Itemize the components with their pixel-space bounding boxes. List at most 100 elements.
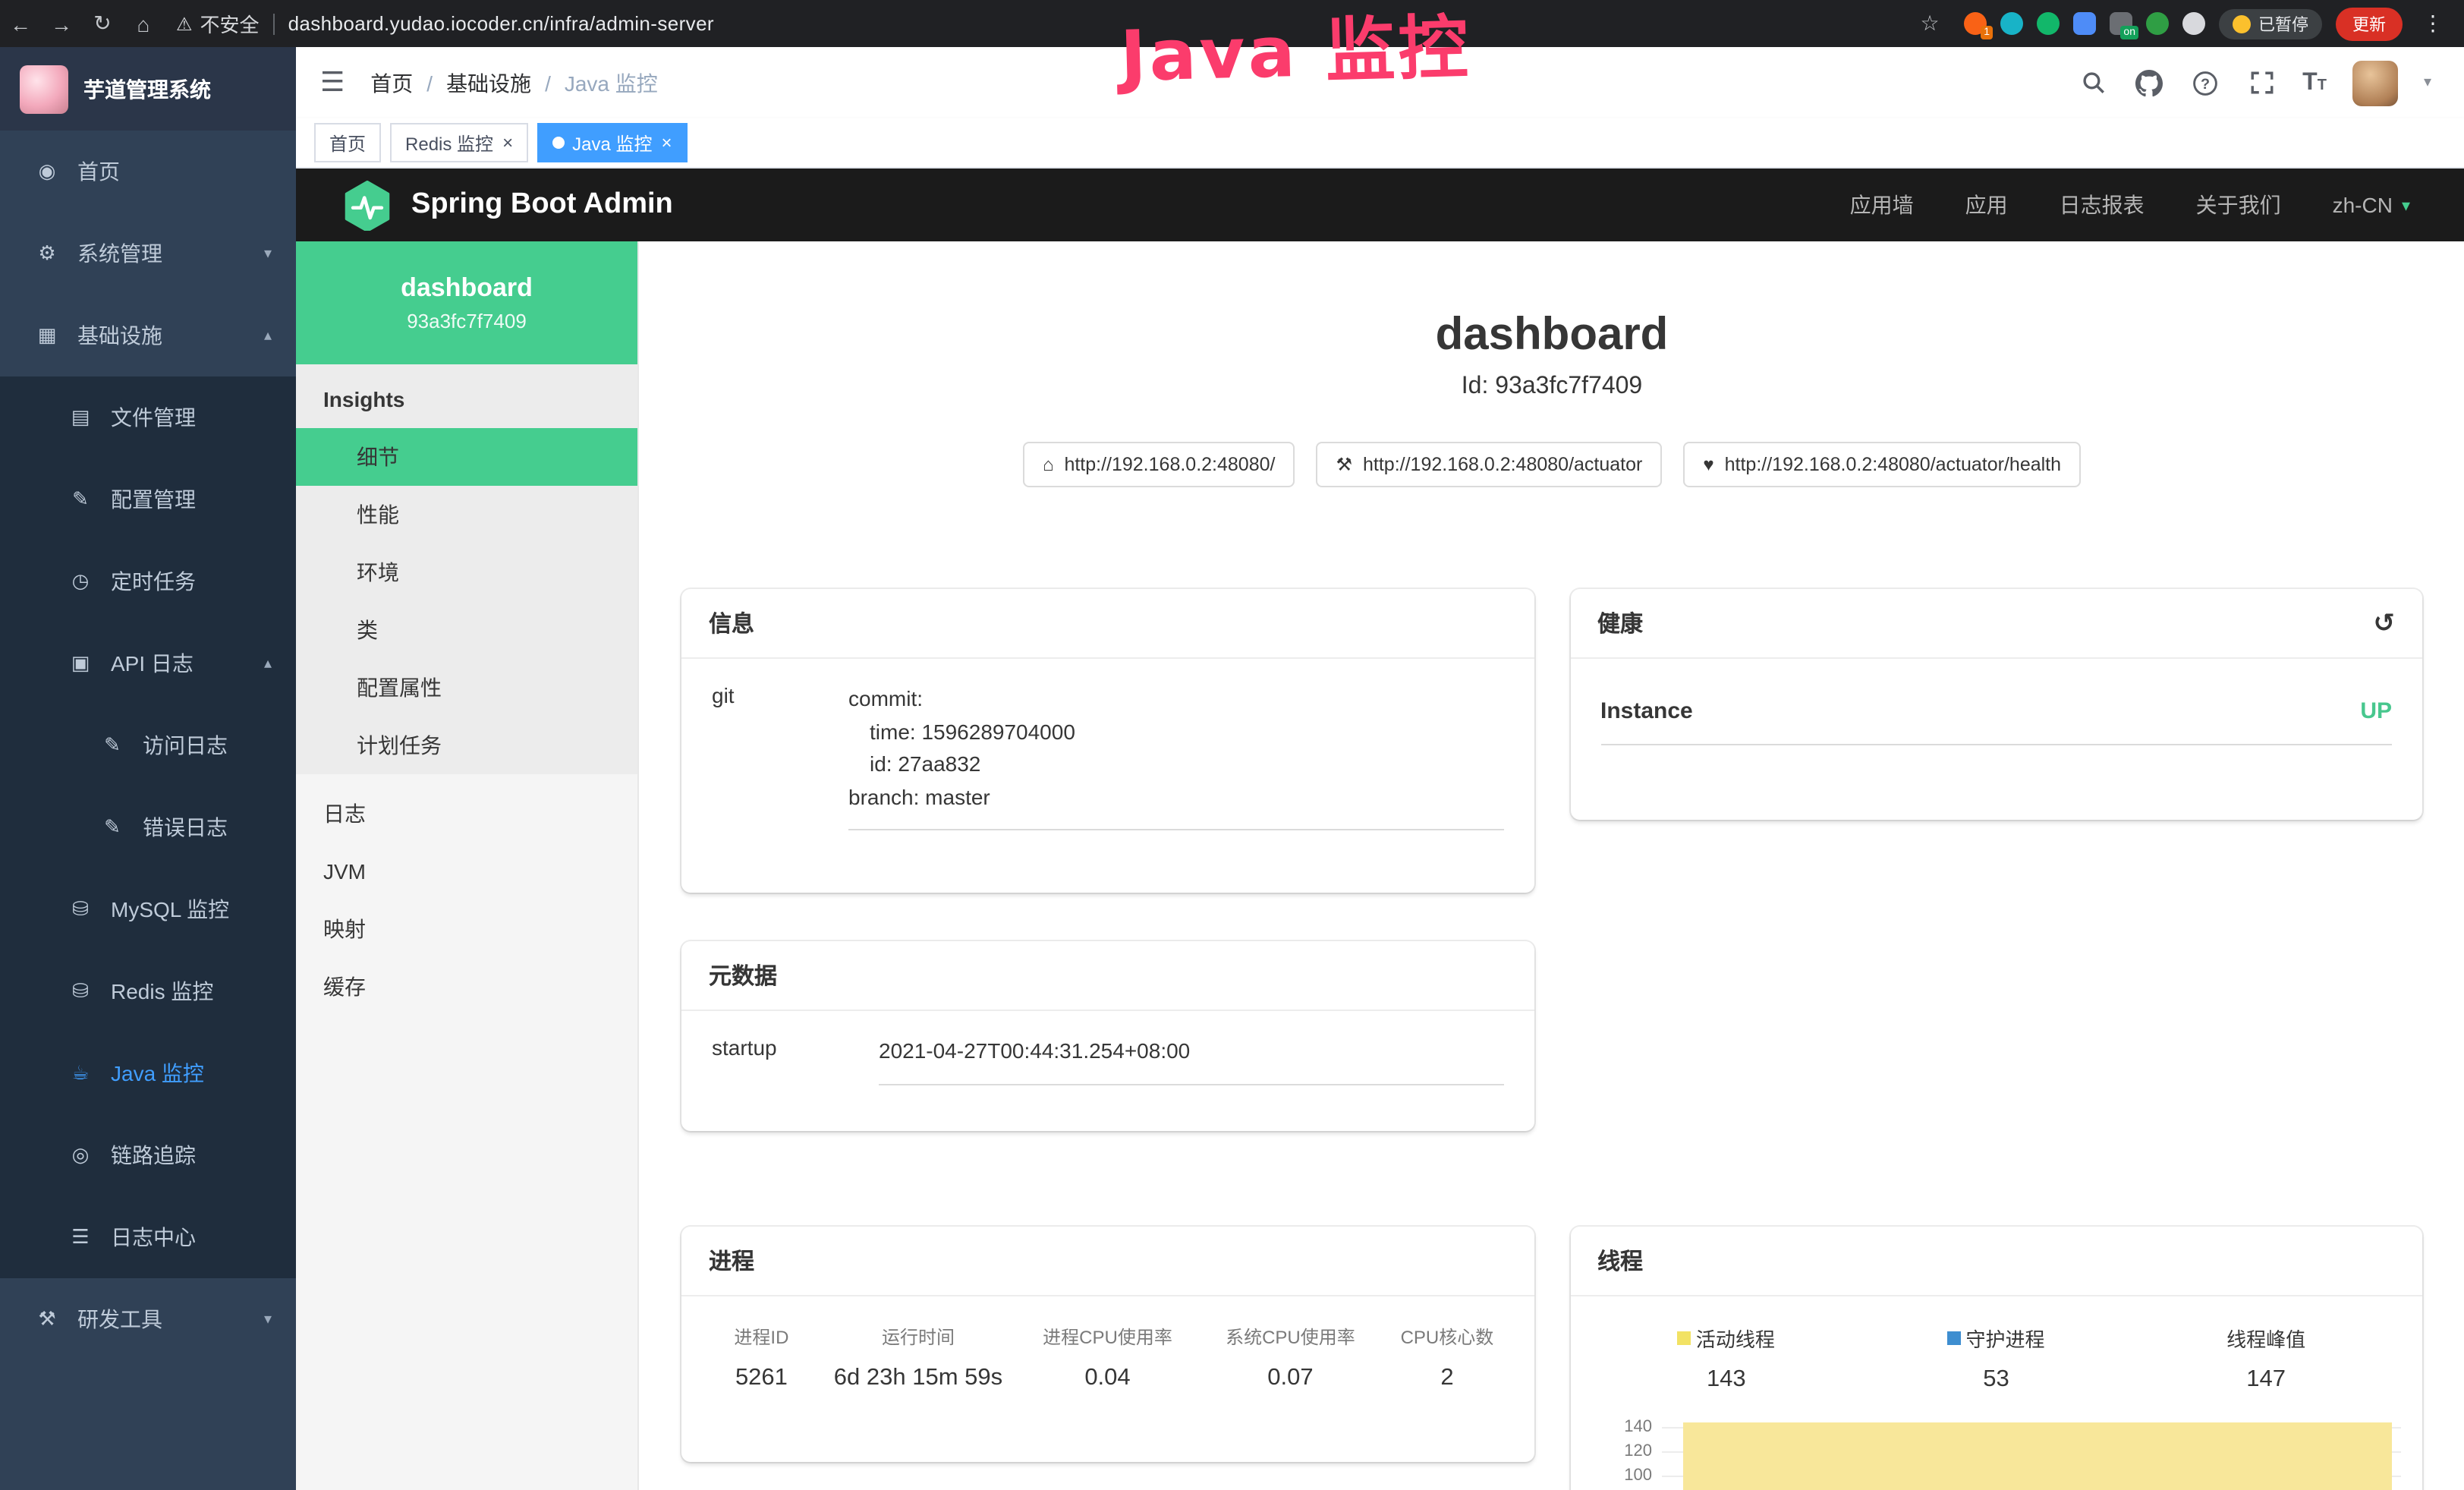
daemon-threads-marker bbox=[1947, 1331, 1961, 1345]
sba-logo-icon[interactable] bbox=[341, 179, 393, 231]
profile-paused-badge[interactable]: 已暂停 bbox=[2219, 8, 2322, 39]
breadcrumb-home[interactable]: 首页 bbox=[370, 68, 413, 98]
search-icon[interactable] bbox=[2078, 68, 2108, 98]
wrench-icon: ⚒ bbox=[1336, 454, 1352, 475]
sidebar-logo[interactable]: 芋道管理系统 bbox=[0, 47, 296, 131]
main-sidebar: 芋道管理系统 ◉ 首页 ⚙ 系统管理 ▾ ▦ 基础设施 ▴ ▤ 文件管理 ✎ 配… bbox=[0, 47, 296, 1490]
sidebar-item-label: Redis 监控 bbox=[111, 976, 213, 1006]
sidebar-item-tracing[interactable]: ◎ 链路追踪 bbox=[0, 1114, 296, 1196]
history-icon[interactable]: ↺ bbox=[2374, 608, 2396, 638]
reload-icon[interactable]: ↻ bbox=[82, 11, 123, 36]
locale-selector[interactable]: zh-CN ▾ bbox=[2333, 193, 2410, 217]
app-title: 芋道管理系统 bbox=[83, 74, 211, 104]
font-size-icon[interactable]: TT bbox=[2302, 69, 2327, 96]
sidebar-item-scheduled-jobs[interactable]: ◷ 定时任务 bbox=[0, 540, 296, 622]
chevron-down-icon: ▾ bbox=[2402, 195, 2410, 215]
github-icon[interactable] bbox=[2134, 68, 2164, 98]
extension-icon[interactable] bbox=[2073, 12, 2096, 35]
sidebar-item-system-mgmt[interactable]: ⚙ 系统管理 ▾ bbox=[0, 213, 296, 295]
cpu-cores-value: 2 bbox=[1382, 1365, 1512, 1392]
nav-item-performance[interactable]: 性能 bbox=[296, 486, 637, 543]
sidebar-item-label: Java 监控 bbox=[111, 1058, 204, 1088]
browser-menu-icon[interactable]: ⋮ bbox=[2416, 11, 2450, 36]
extension-icon[interactable] bbox=[2037, 12, 2060, 35]
actuator-url-button[interactable]: ⚒ http://192.168.0.2:48080/actuator bbox=[1316, 442, 1662, 487]
nav-item-classes[interactable]: 类 bbox=[296, 601, 637, 659]
nav-item-config-props[interactable]: 配置属性 bbox=[296, 659, 637, 717]
bookmark-star-icon[interactable]: ☆ bbox=[1909, 11, 1950, 36]
column-header: 系统CPU使用率 bbox=[1199, 1324, 1382, 1350]
health-instance-row[interactable]: Instance UP bbox=[1600, 698, 2392, 745]
extension-icon[interactable]: 1 bbox=[1964, 12, 1987, 35]
close-icon[interactable]: × bbox=[502, 134, 513, 152]
tag-home[interactable]: 首页 bbox=[314, 123, 381, 162]
sidebar-item-home[interactable]: ◉ 首页 bbox=[0, 131, 296, 213]
extension-icon[interactable]: on bbox=[2110, 12, 2132, 35]
nav-item-label: 类 bbox=[357, 615, 378, 645]
sba-link-wallboard[interactable]: 应用墙 bbox=[1850, 190, 1914, 220]
sidebar-item-error-logs[interactable]: ✎ 错误日志 bbox=[0, 786, 296, 868]
breadcrumb-infrastructure[interactable]: 基础设施 bbox=[446, 68, 531, 98]
chrome-update-button[interactable]: 更新 bbox=[2336, 7, 2403, 40]
sidebar-item-config-mgmt[interactable]: ✎ 配置管理 bbox=[0, 458, 296, 540]
nav-item-scheduled-tasks[interactable]: 计划任务 bbox=[296, 717, 637, 774]
active-dot bbox=[552, 137, 565, 149]
infrastructure-icon: ▦ bbox=[30, 323, 64, 348]
column-header: 进程ID bbox=[703, 1324, 820, 1350]
extension-icon[interactable] bbox=[2182, 12, 2205, 35]
sidebar-item-redis-monitor[interactable]: ⛁ Redis 监控 bbox=[0, 950, 296, 1032]
extension-icon[interactable] bbox=[2000, 12, 2023, 35]
security-chip[interactable]: ⚠ 不安全 bbox=[176, 9, 260, 38]
close-icon[interactable]: × bbox=[661, 134, 672, 152]
sidebar-item-infrastructure[interactable]: ▦ 基础设施 ▴ bbox=[0, 295, 296, 376]
threads-card-title: 线程 bbox=[1570, 1227, 2422, 1296]
nav-item-environment[interactable]: 环境 bbox=[296, 543, 637, 601]
page-title: dashboard bbox=[639, 308, 2464, 363]
sidebar-item-label: API 日志 bbox=[111, 648, 194, 679]
info-value: commit: time: 1596289704000 id: 27aa832 … bbox=[848, 683, 1503, 830]
hamburger-icon[interactable]: ☰ bbox=[320, 67, 345, 99]
info-card: 信息 git commit: time: 1596289704000 id: 2… bbox=[681, 589, 1534, 893]
chevron-down-icon: ▾ bbox=[264, 245, 272, 262]
sidebar-item-mysql-monitor[interactable]: ⛁ MySQL 监控 bbox=[0, 868, 296, 950]
home-icon: ⌂ bbox=[1043, 454, 1054, 475]
clock-icon: ◷ bbox=[64, 569, 97, 594]
profile-avatar-icon bbox=[2233, 14, 2251, 33]
sidebar-item-api-logs[interactable]: ▣ API 日志 ▴ bbox=[0, 622, 296, 704]
user-avatar[interactable] bbox=[2352, 60, 2398, 106]
nav-item-details[interactable]: 细节 bbox=[296, 428, 637, 486]
back-icon[interactable]: ← bbox=[0, 11, 41, 36]
fullscreen-icon[interactable] bbox=[2246, 68, 2277, 98]
sidebar-item-log-center[interactable]: ☰ 日志中心 bbox=[0, 1196, 296, 1278]
sidebar-item-java-monitor[interactable]: ☕ Java 监控 bbox=[0, 1032, 296, 1114]
peak-threads-value: 147 bbox=[2246, 1366, 2286, 1394]
nav-item-mappings[interactable]: 映射 bbox=[296, 900, 637, 958]
sba-link-about[interactable]: 关于我们 bbox=[2196, 190, 2281, 220]
sba-title[interactable]: Spring Boot Admin bbox=[411, 188, 673, 222]
health-url-button[interactable]: ♥ http://192.168.0.2:48080/actuator/heal… bbox=[1683, 442, 2081, 487]
nav-item-caches[interactable]: 缓存 bbox=[296, 958, 637, 1016]
info-card-title: 信息 bbox=[681, 589, 1534, 659]
instance-header[interactable]: dashboard 93a3fc7f7409 bbox=[296, 241, 637, 364]
tag-redis-monitor[interactable]: Redis 监控 × bbox=[390, 123, 528, 162]
sidebar-item-dev-tools[interactable]: ⚒ 研发工具 ▾ bbox=[0, 1278, 296, 1360]
user-menu-caret-icon[interactable]: ▾ bbox=[2424, 74, 2431, 91]
git-commit-label: commit: bbox=[848, 683, 1503, 716]
sidebar-item-access-logs[interactable]: ✎ 访问日志 bbox=[0, 704, 296, 786]
tag-java-monitor[interactable]: Java 监控 × bbox=[537, 123, 687, 162]
home-icon[interactable]: ⌂ bbox=[123, 11, 164, 36]
help-icon[interactable]: ? bbox=[2190, 68, 2220, 98]
sidebar-item-label: 研发工具 bbox=[77, 1304, 162, 1334]
nav-item-logs[interactable]: 日志 bbox=[296, 785, 637, 843]
sba-link-applications[interactable]: 应用 bbox=[1965, 190, 2008, 220]
y-tick: 120 bbox=[1591, 1442, 1661, 1460]
logo-avatar bbox=[20, 65, 68, 113]
service-url-button[interactable]: ⌂ http://192.168.0.2:48080/ bbox=[1023, 442, 1295, 487]
nav-item-jvm[interactable]: JVM bbox=[296, 843, 637, 900]
forward-icon[interactable]: → bbox=[41, 11, 82, 36]
sidebar-item-label: 错误日志 bbox=[143, 812, 228, 843]
sidebar-item-file-mgmt[interactable]: ▤ 文件管理 bbox=[0, 376, 296, 458]
address-bar[interactable]: dashboard.yudao.iocoder.cn/infra/admin-s… bbox=[288, 12, 714, 35]
sba-link-journal[interactable]: 日志报表 bbox=[2060, 190, 2145, 220]
extension-icon[interactable] bbox=[2146, 12, 2169, 35]
